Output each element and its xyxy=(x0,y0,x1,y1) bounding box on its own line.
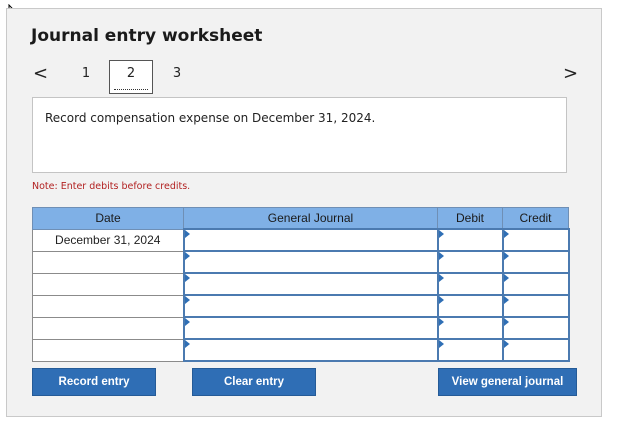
account-input[interactable] xyxy=(182,228,439,252)
record-entry-button[interactable]: Record entry xyxy=(32,368,156,396)
date-cell xyxy=(32,338,184,362)
table-row: December 31, 2024 xyxy=(32,228,570,252)
table-row xyxy=(32,316,570,340)
credit-input[interactable] xyxy=(501,272,570,296)
debit-input[interactable] xyxy=(436,272,504,296)
debit-input[interactable] xyxy=(436,316,504,340)
account-input[interactable] xyxy=(182,294,439,318)
account-input[interactable] xyxy=(182,272,439,296)
previous-page-arrow-icon[interactable]: < xyxy=(33,63,48,84)
account-input[interactable] xyxy=(182,250,439,274)
credit-input[interactable] xyxy=(501,316,570,340)
debit-credit-note: Note: Enter debits before credits. xyxy=(32,181,191,192)
table-row xyxy=(32,294,570,318)
debit-input[interactable] xyxy=(436,250,504,274)
instruction-text: Record compensation expense on December … xyxy=(45,111,376,125)
general-journal-column-header: General Journal xyxy=(183,207,438,230)
date-cell xyxy=(32,250,184,274)
credit-input[interactable] xyxy=(501,294,570,318)
debit-input[interactable] xyxy=(436,338,504,362)
view-general-journal-button[interactable]: View general journal xyxy=(438,368,577,396)
worksheet-panel: Journal entry worksheet < 1 2 3 > Record… xyxy=(6,8,602,417)
page-tab-1[interactable]: 1 xyxy=(76,66,96,81)
table-row xyxy=(32,250,570,274)
credit-column-header: Credit xyxy=(502,207,569,230)
account-input[interactable] xyxy=(182,338,439,362)
journal-header-row: Date General Journal Debit Credit xyxy=(32,207,569,230)
debit-input[interactable] xyxy=(436,294,504,318)
clear-entry-button[interactable]: Clear entry xyxy=(192,368,316,396)
page-title: Journal entry worksheet xyxy=(31,26,263,46)
date-cell: December 31, 2024 xyxy=(32,228,184,252)
date-cell xyxy=(32,316,184,340)
account-input[interactable] xyxy=(182,316,439,340)
table-row xyxy=(32,272,570,296)
debit-input[interactable] xyxy=(436,228,504,252)
date-column-header: Date xyxy=(32,207,184,230)
next-page-arrow-icon[interactable]: > xyxy=(563,63,578,84)
page-tab-3[interactable]: 3 xyxy=(167,66,187,81)
page-tab-2-active[interactable]: 2 xyxy=(109,60,153,94)
table-row xyxy=(32,338,570,362)
credit-input[interactable] xyxy=(501,250,570,274)
credit-input[interactable] xyxy=(501,338,570,362)
date-cell xyxy=(32,272,184,296)
page-navigator: < 1 2 3 > xyxy=(7,59,603,95)
debit-column-header: Debit xyxy=(437,207,503,230)
instruction-box: Record compensation expense on December … xyxy=(32,97,567,173)
date-cell xyxy=(32,294,184,318)
credit-input[interactable] xyxy=(501,228,570,252)
journal-table: Date General Journal Debit Credit Decemb… xyxy=(32,207,570,362)
